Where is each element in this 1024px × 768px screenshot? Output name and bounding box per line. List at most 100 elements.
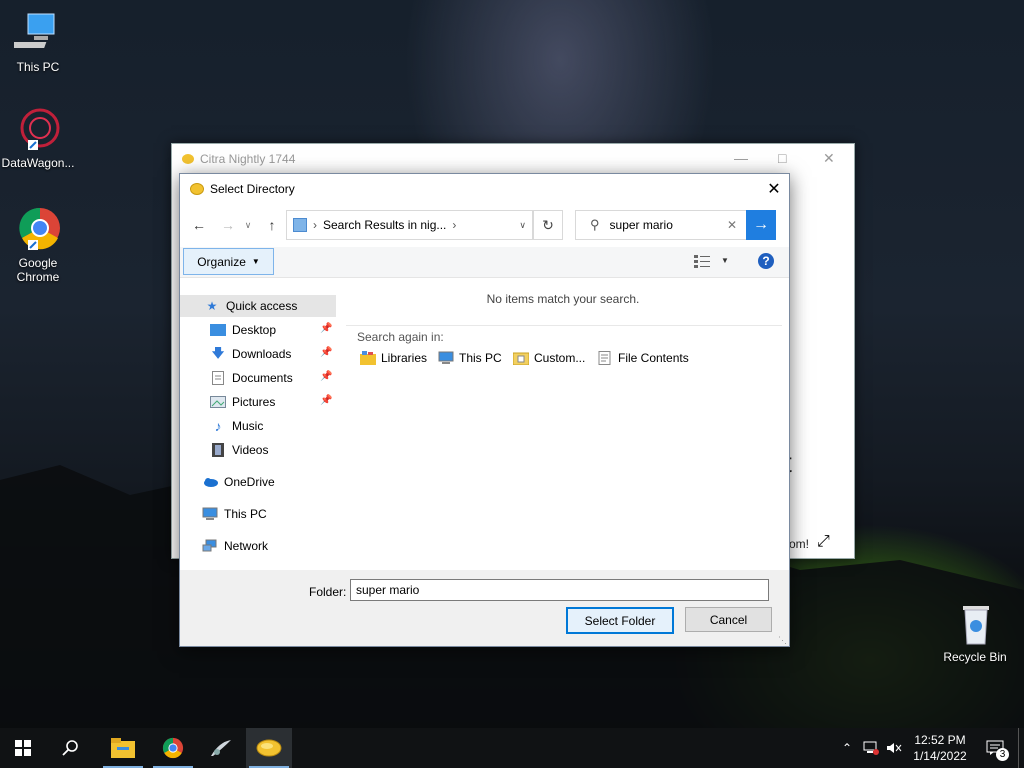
address-dropdown-icon[interactable]: ∨ bbox=[519, 220, 526, 231]
back-arrow-icon[interactable]: ← bbox=[189, 214, 209, 236]
computer-icon bbox=[202, 507, 218, 521]
refresh-button[interactable]: ↻ bbox=[533, 210, 563, 240]
search-results-folder-icon bbox=[293, 218, 307, 232]
folder-name-input[interactable] bbox=[350, 579, 769, 601]
citra-window-title: Citra Nightly 1744 bbox=[200, 152, 296, 166]
pin-icon[interactable]: 📌 bbox=[320, 323, 332, 334]
pin-icon[interactable]: 📌 bbox=[320, 371, 332, 382]
search-location-file-contents[interactable]: File Contents bbox=[597, 351, 689, 365]
up-arrow-icon[interactable]: ↑ bbox=[262, 214, 282, 236]
desktop-icon-datawagon[interactable]: DataWagon... bbox=[0, 106, 76, 170]
computer-icon bbox=[438, 351, 454, 364]
nav-item-pictures[interactable]: Pictures bbox=[210, 391, 275, 413]
cancel-button[interactable]: Cancel bbox=[685, 607, 772, 632]
show-hidden-icons-button[interactable]: ⌃ bbox=[838, 728, 856, 768]
search-go-button[interactable]: → bbox=[746, 210, 776, 240]
chrome-icon bbox=[162, 737, 184, 759]
nav-item-quick-access[interactable]: ★ Quick access bbox=[180, 295, 336, 317]
content-pane: No items match your search. Search again… bbox=[340, 277, 786, 567]
music-note-icon: ♪ bbox=[214, 418, 222, 434]
download-arrow-icon: 🡇 bbox=[211, 345, 225, 360]
breadcrumb-chevron-icon: › bbox=[452, 218, 457, 232]
nav-label: Documents bbox=[232, 371, 293, 385]
citra-logo-icon bbox=[256, 739, 282, 757]
recycle-bin-icon bbox=[951, 600, 999, 648]
resize-grip-icon[interactable]: ⋱ bbox=[778, 635, 787, 646]
network-icon bbox=[202, 539, 218, 553]
document-icon bbox=[210, 371, 226, 385]
clear-search-icon[interactable]: ✕ bbox=[727, 218, 737, 232]
nav-label: Pictures bbox=[232, 395, 276, 409]
recent-chevron-down-icon[interactable]: ∨ bbox=[242, 214, 254, 236]
desktop-icon-this-pc[interactable]: This PC bbox=[0, 10, 76, 74]
search-location-libraries[interactable]: Libraries bbox=[360, 351, 427, 365]
nav-label: OneDrive bbox=[224, 475, 275, 489]
search-box[interactable]: ⚲ ✕ bbox=[575, 210, 748, 240]
system-clock[interactable]: 12:52 PM 1/14/2022 bbox=[905, 732, 975, 764]
file-explorer-icon bbox=[111, 738, 135, 758]
taskbar-file-explorer[interactable] bbox=[100, 728, 146, 768]
search-location-this-pc[interactable]: This PC bbox=[438, 351, 502, 365]
search-location-custom[interactable]: Custom... bbox=[513, 351, 585, 365]
desktop-folder-icon bbox=[210, 323, 226, 337]
show-desktop-button[interactable] bbox=[1018, 728, 1024, 768]
pin-icon[interactable]: 📌 bbox=[320, 395, 332, 406]
view-dropdown-icon[interactable]: ▼ bbox=[721, 256, 729, 265]
minimize-icon[interactable]: — bbox=[734, 150, 748, 166]
fullscreen-arrows-icon[interactable]: ⤢ bbox=[817, 533, 830, 551]
forward-arrow-icon[interactable]: → bbox=[218, 214, 238, 236]
search-input[interactable] bbox=[609, 218, 710, 232]
select-directory-dialog[interactable]: Select Directory ✕ ← → ∨ ↑ › Search Resu… bbox=[179, 173, 790, 647]
close-icon[interactable]: ✕ bbox=[823, 150, 835, 167]
select-folder-button[interactable]: Select Folder bbox=[566, 607, 674, 634]
no-items-message: No items match your search. bbox=[486, 292, 640, 306]
taskbar-app[interactable] bbox=[198, 728, 244, 768]
nav-item-desktop[interactable]: Desktop bbox=[210, 319, 276, 341]
organize-button[interactable]: Organize ▼ bbox=[183, 248, 274, 275]
dialog-title-bar[interactable]: Select Directory ✕ bbox=[180, 174, 789, 204]
folder-label: Folder: bbox=[309, 585, 347, 599]
command-toolbar: Organize ▼ ▼ ? bbox=[180, 247, 789, 278]
nav-item-videos[interactable]: Videos bbox=[210, 439, 268, 461]
cloud-icon bbox=[202, 475, 218, 489]
notification-center-button[interactable]: 3 bbox=[980, 728, 1010, 768]
computer-icon bbox=[10, 10, 62, 58]
navigation-bar: ← → ∨ ↑ › Search Results in nig... › ∨ ↻… bbox=[180, 210, 789, 240]
location-label: File Contents bbox=[618, 351, 689, 365]
view-details-icon[interactable] bbox=[694, 254, 710, 268]
desktop-icon-google-chrome[interactable]: Google Chrome bbox=[0, 206, 76, 284]
citra-logo-icon bbox=[190, 183, 204, 195]
location-label: Custom... bbox=[534, 351, 586, 365]
location-label: Libraries bbox=[381, 351, 428, 365]
taskbar-citra[interactable] bbox=[246, 728, 292, 768]
nav-label: Desktop bbox=[232, 323, 277, 337]
nav-item-this-pc[interactable]: This PC bbox=[202, 503, 267, 525]
nav-item-onedrive[interactable]: OneDrive bbox=[202, 471, 275, 493]
organize-label: Organize bbox=[197, 254, 246, 269]
search-again-label: Search again in: bbox=[357, 330, 444, 344]
navigation-pane: ★ Quick access Desktop 📌 🡇 Downloads 📌 D… bbox=[180, 292, 336, 572]
volume-muted-icon[interactable] bbox=[884, 728, 904, 768]
divider bbox=[346, 325, 782, 326]
maximize-icon[interactable]: □ bbox=[778, 150, 786, 166]
nav-item-downloads[interactable]: 🡇 Downloads bbox=[210, 343, 292, 365]
help-icon[interactable]: ? bbox=[758, 253, 774, 269]
pin-icon[interactable]: 📌 bbox=[320, 347, 332, 358]
taskbar-google-chrome[interactable] bbox=[150, 728, 196, 768]
address-bar[interactable]: › Search Results in nig... › ∨ bbox=[286, 210, 533, 240]
nav-item-documents[interactable]: Documents bbox=[210, 367, 293, 389]
custom-folder-icon bbox=[513, 352, 529, 365]
network-status-icon[interactable] bbox=[860, 728, 882, 768]
pictures-icon bbox=[210, 395, 226, 409]
datawagon-icon bbox=[14, 106, 62, 154]
search-button[interactable] bbox=[48, 728, 94, 768]
desktop-icon-recycle-bin[interactable]: Recycle Bin bbox=[937, 600, 1013, 664]
address-path: Search Results in nig... bbox=[323, 218, 447, 232]
start-button[interactable] bbox=[0, 728, 46, 768]
nav-label: Downloads bbox=[232, 347, 292, 361]
close-icon[interactable]: ✕ bbox=[759, 174, 789, 204]
citra-title-bar[interactable]: Citra Nightly 1744 bbox=[172, 144, 854, 174]
nav-item-network[interactable]: Network bbox=[202, 535, 268, 557]
nav-item-music[interactable]: ♪ Music bbox=[210, 415, 264, 437]
search-icon: ⚲ bbox=[590, 217, 600, 232]
